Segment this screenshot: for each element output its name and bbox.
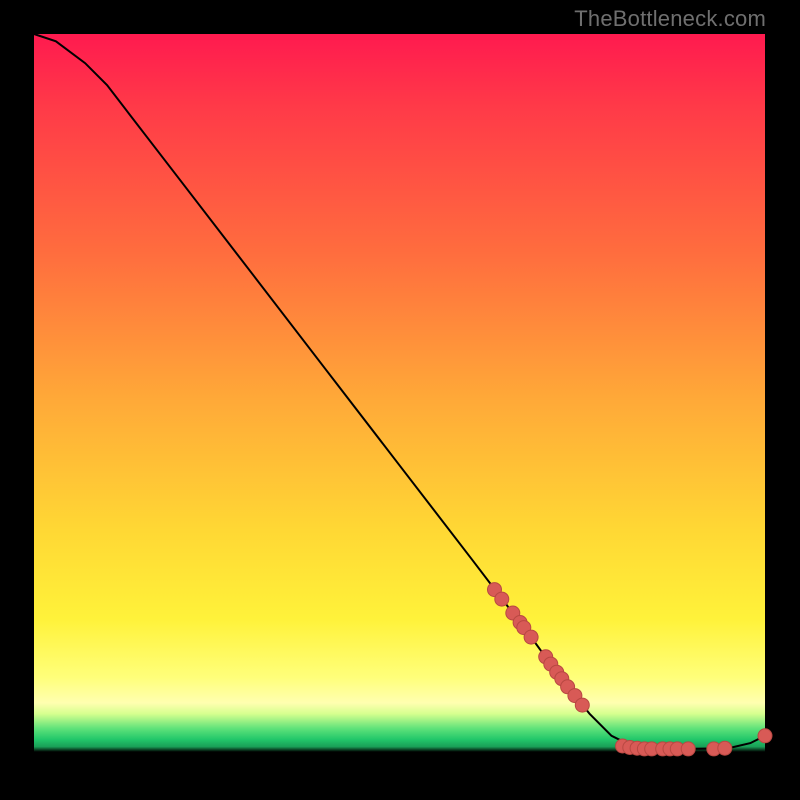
plot-overlay <box>34 34 765 765</box>
data-marker <box>495 592 509 606</box>
data-marker <box>758 729 772 743</box>
data-markers <box>488 583 773 756</box>
data-marker <box>524 630 538 644</box>
curve-line <box>34 34 765 749</box>
data-marker <box>681 742 695 756</box>
data-marker <box>718 741 732 755</box>
data-marker <box>575 698 589 712</box>
attribution-text: TheBottleneck.com <box>574 6 766 32</box>
chart-container: TheBottleneck.com <box>0 0 800 800</box>
